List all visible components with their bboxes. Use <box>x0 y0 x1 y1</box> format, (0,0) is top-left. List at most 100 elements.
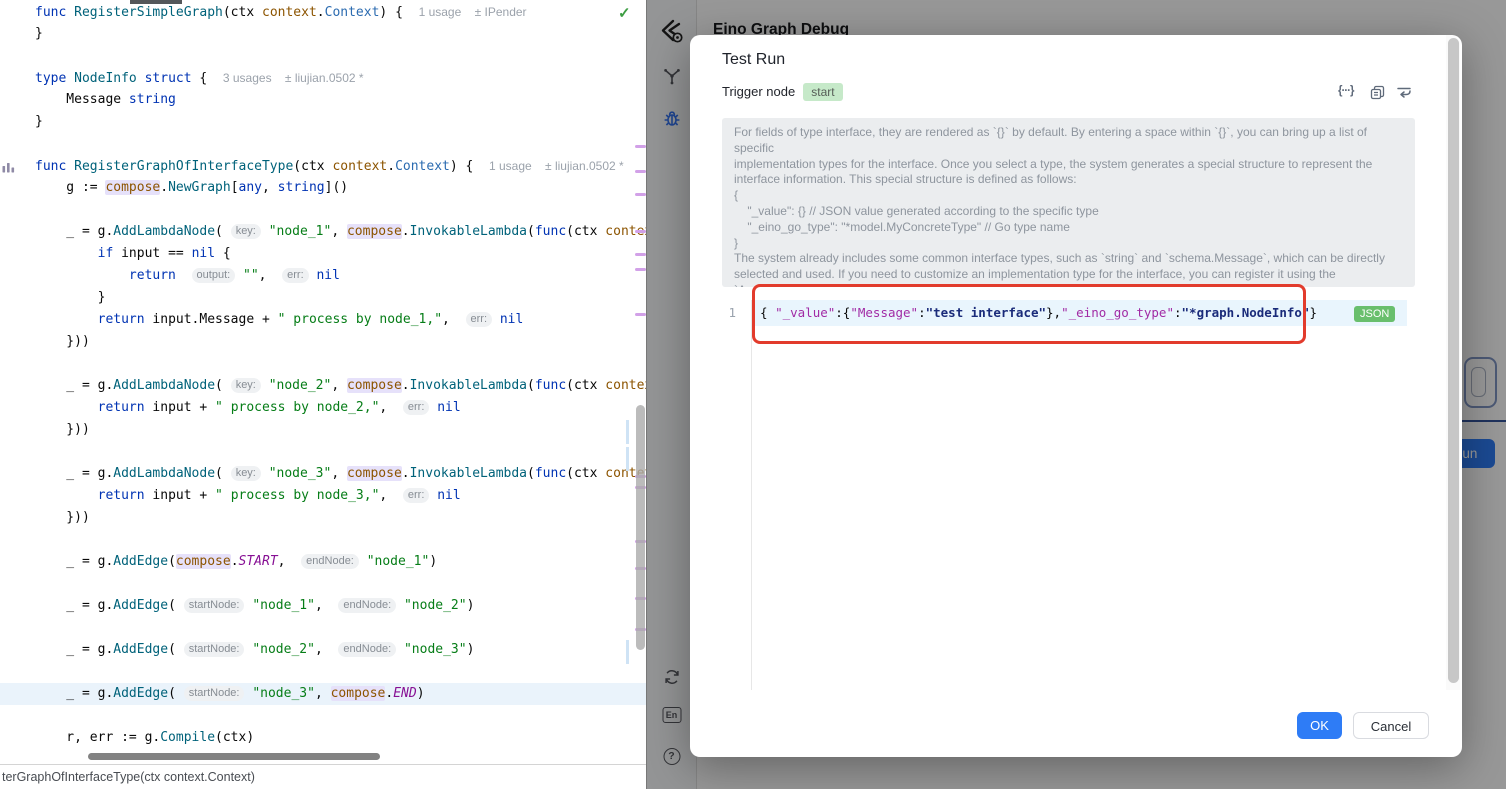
code-token: AddEdge <box>113 598 168 613</box>
code-token: . <box>387 159 395 174</box>
info-line: `AppendType` method provided by `devops`… <box>734 283 1403 287</box>
code-token: g := <box>35 180 105 195</box>
code-line[interactable]: return input.Message + " process by node… <box>0 309 646 331</box>
code-line[interactable]: _ = g.AddLambdaNode( key: "node_2", comp… <box>0 375 646 397</box>
code-token: (ctx <box>293 159 332 174</box>
code-token: "node_1" <box>269 224 332 239</box>
wrap-lines-icon[interactable] <box>1396 85 1412 104</box>
code-token: AddLambdaNode <box>113 466 215 481</box>
code-line[interactable]: func RegisterGraphOfInterfaceType(ctx co… <box>0 155 646 177</box>
code-token: . <box>160 180 168 195</box>
editor-horizontal-scrollbar[interactable] <box>88 753 380 760</box>
brace-match-marker <box>626 447 629 471</box>
code-token: "node_3" <box>404 642 467 657</box>
code-line[interactable] <box>0 45 646 67</box>
code-line[interactable]: if input == nil { <box>0 243 646 265</box>
code-line[interactable]: func RegisterSimpleGraph(ctx context.Con… <box>0 1 646 23</box>
editor-vertical-scrollbar[interactable] <box>636 405 645 650</box>
code-line[interactable]: return input + " process by node_2,", er… <box>0 397 646 419</box>
code-line[interactable]: })) <box>0 507 646 529</box>
code-line[interactable] <box>0 441 646 463</box>
code-line[interactable]: } <box>0 111 646 133</box>
code-line[interactable]: return output: "", err: nil <box>0 265 646 287</box>
code-line[interactable]: })) <box>0 419 646 441</box>
code-token: 3 usages ± liujian.0502 * <box>223 71 364 85</box>
breadcrumb-bar[interactable]: terGraphOfInterfaceType(ctx context.Cont… <box>0 764 646 789</box>
code-editor[interactable]: func RegisterSimpleGraph(ctx context.Con… <box>0 0 646 764</box>
json-braces-icon[interactable]: {···} <box>1338 85 1353 97</box>
code-token: ( <box>168 598 184 613</box>
code-line[interactable]: })) <box>0 331 646 353</box>
gutter-chart-icon[interactable] <box>2 160 15 178</box>
code-token: endNode: <box>338 642 396 657</box>
code-token: nil <box>192 246 215 261</box>
code-token: ( <box>215 378 231 393</box>
copy-icon[interactable] <box>1370 85 1385 105</box>
code-token: string <box>278 180 325 195</box>
code-token: 1 usage ± IPender <box>419 5 527 19</box>
code-token: . <box>402 466 410 481</box>
code-line[interactable]: g := compose.NewGraph[any, string]() <box>0 177 646 199</box>
info-line: interface information. This special stru… <box>734 172 1403 188</box>
code-line[interactable]: _ = g.AddEdge(compose.START, endNode: "n… <box>0 551 646 573</box>
code-token: . <box>231 554 239 569</box>
code-line[interactable]: _ = g.AddLambdaNode( key: "node_1", comp… <box>0 221 646 243</box>
trigger-node-label: Trigger node <box>722 84 795 99</box>
code-line[interactable]: return input + " process by node_3,", er… <box>0 485 646 507</box>
code-line[interactable]: _ = g.AddEdge( startNode: "node_3", comp… <box>0 683 646 705</box>
info-line: The system already includes some common … <box>734 251 1403 267</box>
code-token: compose <box>176 554 231 569</box>
code-token: endNode: <box>338 598 396 613</box>
code-token <box>261 378 269 393</box>
code-token: return <box>129 268 176 283</box>
code-line[interactable]: Message string <box>0 89 646 111</box>
breadcrumb[interactable]: terGraphOfInterfaceType(ctx context.Cont… <box>0 765 646 789</box>
code-token: context <box>332 159 387 174</box>
inspection-ok-icon[interactable]: ✓ <box>618 4 631 22</box>
code-token: "node_2" <box>404 598 467 613</box>
code-token: AddEdge <box>113 686 168 701</box>
code-line[interactable]: r, err := g.Compile(ctx) <box>0 727 646 749</box>
vcs-marker <box>635 193 646 196</box>
code-token: _ = g. <box>35 598 113 613</box>
code-token: _ = g. <box>35 686 113 701</box>
json-input-line[interactable]: { "_value":{"Message":"test interface"},… <box>760 300 1317 326</box>
code-token: ) <box>467 642 475 657</box>
code-token: , <box>262 180 278 195</box>
code-token <box>35 488 98 503</box>
info-line: "_value": {} // JSON value generated acc… <box>734 204 1403 220</box>
code-token: "_value" <box>775 305 835 320</box>
code-token: startNode: <box>184 598 245 613</box>
dialog-scrollbar-thumb[interactable] <box>1448 38 1459 683</box>
code-line[interactable] <box>0 617 646 639</box>
code-token: err: <box>403 488 430 503</box>
cancel-button[interactable]: Cancel <box>1353 712 1429 739</box>
code-line[interactable] <box>0 529 646 551</box>
code-line[interactable] <box>0 353 646 375</box>
code-line[interactable]: _ = g.AddEdge( startNode: "node_2", endN… <box>0 639 646 661</box>
code-token: _ = g. <box>35 642 113 657</box>
code-token: AddEdge <box>113 554 168 569</box>
code-line[interactable] <box>0 573 646 595</box>
ok-button[interactable]: OK <box>1297 712 1342 739</box>
info-line: For fields of type interface, they are r… <box>734 125 1403 157</box>
code-line[interactable] <box>0 661 646 683</box>
code-line[interactable] <box>0 133 646 155</box>
brace-match-marker <box>626 640 629 664</box>
code-line[interactable]: type NodeInfo struct { 3 usages ± liujia… <box>0 67 646 89</box>
code-token: compose <box>347 224 402 239</box>
code-line[interactable]: } <box>0 23 646 45</box>
code-line[interactable]: _ = g.AddLambdaNode( key: "node_3", comp… <box>0 463 646 485</box>
code-token: string <box>129 92 176 107</box>
code-token: "test interface" <box>926 305 1046 320</box>
code-line[interactable] <box>0 199 646 221</box>
code-token: "" <box>243 268 259 283</box>
code-line[interactable]: } <box>0 287 646 309</box>
code-token: "node_3" <box>269 466 332 481</box>
code-token: , <box>278 554 301 569</box>
code-token: input == <box>113 246 191 261</box>
code-line[interactable] <box>0 705 646 727</box>
code-token: . <box>402 224 410 239</box>
code-line[interactable]: _ = g.AddEdge( startNode: "node_1", endN… <box>0 595 646 617</box>
code-token: (ctx <box>223 5 262 20</box>
